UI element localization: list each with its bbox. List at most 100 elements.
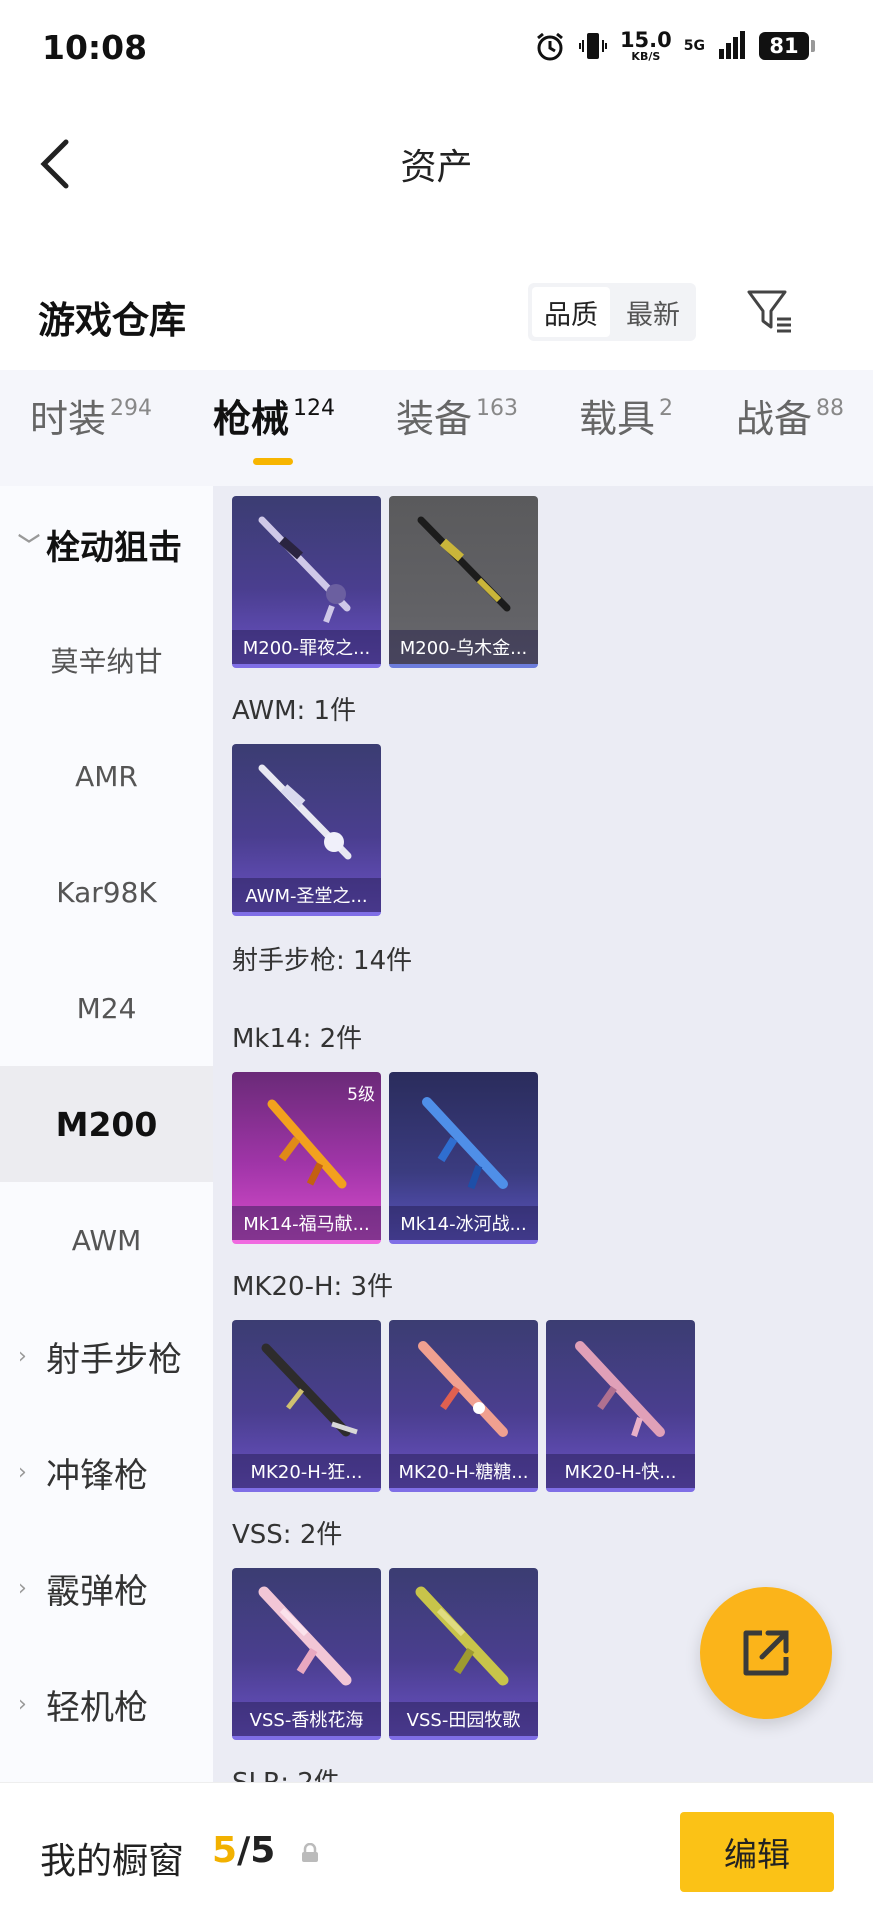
chevron-right-icon: › [18,1459,27,1485]
filter-icon [747,290,791,333]
weapon-card[interactable]: MK20-H-狂... [232,1320,381,1492]
sidebar-group-bolt-action[interactable]: ﹀ 栓动狙击 [0,486,213,602]
tab-guns[interactable]: 枪械 124 [213,396,335,441]
weapon-card-name: MK20-H-糖糖... [389,1454,538,1488]
status-time: 10:08 [42,28,148,67]
group-label-awm: AWM: 1件 [232,696,357,726]
sniper-rifle-icon [258,764,352,860]
weapon-card-name: AWM-圣堂之... [232,878,381,912]
chevron-right-icon: › [18,1691,27,1717]
tab-count: 294 [110,396,153,421]
edit-button[interactable]: 编辑 [680,1812,834,1892]
showcase-label: 我的橱窗 [40,1841,185,1882]
showcase-current: 5 [212,1830,238,1871]
speed-unit: KB/S [631,50,661,63]
rifle-icon [575,1341,665,1437]
rifle-icon [418,1341,508,1437]
rifle-icon [267,1099,347,1189]
weapon-card[interactable]: 5级 Mk14-福马献... [232,1072,381,1244]
sidebar-item-kar98k[interactable]: Kar98K [0,834,213,950]
tab-count: 124 [293,396,336,421]
weapon-card-name: M200-乌木金... [389,630,538,664]
weapon-card[interactable]: AWM-圣堂之... [232,744,381,916]
weapon-card[interactable]: MK20-H-糖糖... [389,1320,538,1492]
sidebar-item-mosin[interactable]: 莫辛纳甘 [0,602,213,718]
sidebar-group-dmr[interactable]: › 射手步枪 [0,1298,213,1414]
sidebar-item-awm[interactable]: AWM [0,1182,213,1298]
speed-value: 15.0 [619,28,672,52]
battery-level: 81 [759,32,809,60]
tab-fashion[interactable]: 时装 294 [30,396,152,441]
sidebar-group-label: 栓动狙击 [46,527,182,568]
weapon-card-name: MK20-H-快... [546,1454,695,1488]
filter-button[interactable] [746,287,794,335]
sidebar-group-lmg[interactable]: › 轻机枪 [0,1646,213,1762]
group-label-dmr: 射手步枪: 14件 [232,946,413,976]
group-label-mk20: MK20-H: 3件 [232,1272,394,1302]
status-bar: 10:08 15.0 KB/S 5G 81 [0,0,873,104]
weapon-card[interactable]: M200-乌木金... [389,496,538,668]
sidebar-group-label: 霰弹枪 [46,1571,148,1612]
sidebar-group-label: 射手步枪 [46,1339,182,1380]
vibrate-icon [578,33,607,59]
group-label-mk14: Mk14: 2件 [232,1024,363,1054]
share-fab[interactable] [700,1587,832,1719]
tab-equipment[interactable]: 装备 163 [396,396,518,441]
weapon-card-name: Mk14-冰河战... [389,1206,538,1240]
sidebar-item-amr[interactable]: AMR [0,718,213,834]
tab-label: 装备 [396,397,473,441]
weapon-card-name: VSS-香桃花海 [232,1702,381,1736]
page-title: 资产 [400,147,473,188]
status-icons: 15.0 KB/S 5G 81 [534,30,815,62]
signal-icon [719,31,745,59]
weapon-card[interactable]: VSS-香桃花海 [232,1568,381,1740]
tab-indicator [253,458,293,465]
group-label-vss: VSS: 2件 [232,1520,343,1550]
sort-toggle: 品质 最新 [528,283,696,341]
chevron-down-icon: ﹀ [18,534,41,559]
tab-supplies[interactable]: 战备 88 [736,396,844,441]
sidebar-group-shotgun[interactable]: › 霰弹枪 [0,1530,213,1646]
network-type: 5G [683,38,705,54]
weapon-card[interactable]: MK20-H-快... [546,1320,695,1492]
sidebar-group-label: 冲锋枪 [46,1455,148,1496]
weapon-card-name: M200-罪夜之... [232,630,381,664]
sidebar-group-label: 轻机枪 [46,1687,148,1728]
weapon-card-name: Mk14-福马献... [232,1206,381,1240]
weapon-card-name: VSS-田园牧歌 [389,1702,538,1736]
network-speed: 15.0 KB/S [619,28,672,63]
weapon-card-name: MK20-H-狂... [232,1454,381,1488]
rifle-icon [422,1097,508,1190]
showcase-separator: / [237,1830,251,1871]
tab-count: 2 [659,396,674,421]
warehouse-title: 游戏仓库 [38,299,186,342]
sniper-rifle-icon [417,516,511,612]
showcase-total: 5 [250,1830,276,1871]
rifle-icon [415,1586,509,1686]
tab-label: 枪械 [213,397,290,441]
tab-vehicles[interactable]: 载具 2 [579,396,673,441]
sidebar-item-m24[interactable]: M24 [0,950,213,1066]
alarm-icon [537,32,563,61]
battery-indicator: 81 [759,32,815,60]
weapon-sidebar: ﹀ 栓动狙击 莫辛纳甘 AMR Kar98K M24 M200 AWM › 射手步枪… [0,486,213,1782]
lock-icon [302,1843,318,1862]
weapon-card[interactable]: M200-罪夜之... [232,496,381,668]
tab-label: 时装 [30,397,107,441]
group-label-slr: SLR: 2件 [232,1762,340,1782]
weapon-card[interactable]: VSS-田园牧歌 [389,1568,538,1740]
chevron-right-icon: › [18,1575,27,1601]
tab-label: 载具 [579,397,656,441]
tab-count: 88 [816,396,845,421]
rifle-icon [258,1586,352,1686]
showcase-count: 5/5 [212,1830,275,1871]
rifle-icon [261,1343,358,1437]
chevron-right-icon: › [18,1343,27,1369]
sort-quality[interactable]: 品质 [532,287,610,337]
tab-count: 163 [476,396,519,421]
sidebar-item-m200[interactable]: M200 [0,1066,213,1182]
tab-label: 战备 [736,397,813,441]
sidebar-group-smg[interactable]: › 冲锋枪 [0,1414,213,1530]
sort-newest[interactable]: 最新 [614,287,692,337]
weapon-card[interactable]: Mk14-冰河战... [389,1072,538,1244]
